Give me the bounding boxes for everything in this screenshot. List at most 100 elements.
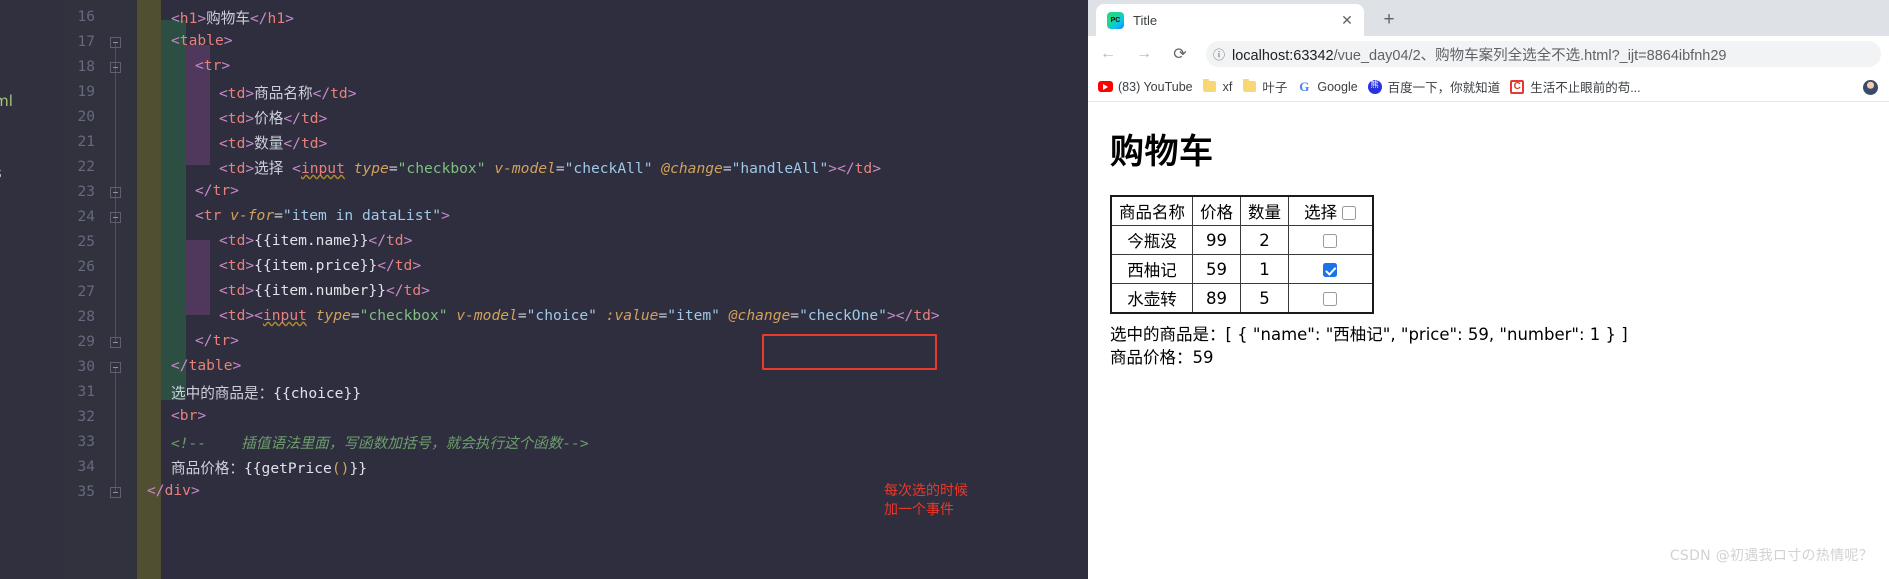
forward-icon[interactable]: → xyxy=(1128,38,1160,70)
code-line[interactable]: <td><input type="checkbox" v-model="choi… xyxy=(219,307,940,324)
url-host: localhost:63342 xyxy=(1232,47,1334,64)
ide-editor-pane: 不选.html s 16 17 18 19 20 21 22 23 24 25 26 27 28 29 30… xyxy=(0,0,1088,579)
line-number: 35 xyxy=(77,484,95,500)
bookmark-item[interactable]: 叶子 xyxy=(1241,77,1287,96)
fold-toggle-icon[interactable] xyxy=(110,187,121,198)
quantity-cell: 5 xyxy=(1240,283,1289,314)
line-number: 18 xyxy=(77,59,95,75)
code-line[interactable]: 商品价格：{{getPrice()}} xyxy=(171,457,367,478)
quantity-cell: 1 xyxy=(1240,254,1289,284)
line-number: 31 xyxy=(77,384,95,400)
code-line[interactable]: <h1>购物车</h1> xyxy=(171,7,294,28)
address-bar[interactable]: ⓘ localhost:63342/vue_day04/2、购物车案列全选全不选… xyxy=(1206,41,1881,67)
youtube-icon xyxy=(1097,79,1113,95)
fold-toggle-icon[interactable] xyxy=(110,212,121,223)
screenshot-root: 不选.html s 161718192021222324252627282930… xyxy=(0,0,1889,579)
line-number: 17 xyxy=(77,34,95,50)
fold-toggle-icon[interactable] xyxy=(110,362,121,373)
select-cell xyxy=(1288,283,1373,314)
editor-gutter[interactable]: 16 17 18 19 20 21 22 23 24 25 26 27 28 29 30 31 32 33 34 35 xyxy=(62,0,137,579)
avatar-icon xyxy=(1862,79,1878,95)
code-line[interactable]: <td>{{item.price}}</td> xyxy=(219,257,421,274)
select-all-checkbox[interactable] xyxy=(1342,206,1357,220)
url-text: localhost:63342/vue_day04/2、购物车案列全选全不选.h… xyxy=(1232,44,1726,65)
bookmark-item[interactable]: 百度一下，你就知道 xyxy=(1367,77,1500,96)
code-line[interactable]: <tr> xyxy=(195,57,230,74)
price-value: 59 xyxy=(1192,348,1214,367)
back-icon[interactable]: ← xyxy=(1092,38,1124,70)
line-number: 32 xyxy=(77,409,95,425)
code-line[interactable]: <td>价格</td> xyxy=(219,107,327,128)
tree-file-fragment-1[interactable]: 不选.html xyxy=(0,90,13,111)
column-header-label: 选择 xyxy=(1304,203,1338,222)
csdn-icon: C xyxy=(1509,79,1525,95)
chrome-browser-window: Title ✕ + ← → ⟳ ⓘ localhost:63342/vue_da… xyxy=(1088,0,1889,579)
baidu-icon xyxy=(1367,79,1383,95)
column-header: 选择 xyxy=(1288,195,1373,226)
line-number: 23 xyxy=(77,184,95,200)
page-title: 购物车 xyxy=(1110,132,1214,172)
site-info-icon[interactable]: ⓘ xyxy=(1206,46,1232,63)
price-cell: 89 xyxy=(1192,283,1241,314)
bookmark-label: Google xyxy=(1317,79,1358,94)
code-line[interactable]: <td>选择 <input type="checkbox" v-model="c… xyxy=(219,157,881,178)
bookmark-label: 叶子 xyxy=(1262,81,1288,95)
reload-icon[interactable]: ⟳ xyxy=(1164,38,1196,70)
bookmark-item[interactable]: G Google xyxy=(1296,79,1357,95)
project-tree-sliver[interactable]: 不选.html s xyxy=(0,0,62,579)
select-cell xyxy=(1288,254,1373,284)
line-number: 30 xyxy=(77,359,95,375)
fold-rail xyxy=(115,217,116,342)
product-name-cell: 水壶转 xyxy=(1110,283,1193,314)
selected-value: [ { "name": "西柚记", "price": 59, "number"… xyxy=(1225,325,1628,344)
code-line[interactable]: <td>商品名称</td> xyxy=(219,82,357,103)
line-number: 16 xyxy=(77,9,95,25)
new-tab-button[interactable]: + xyxy=(1376,7,1402,33)
code-line[interactable]: <!-- 插值语法里面，写函数加括号，就会执行这个函数--> xyxy=(171,432,589,453)
code-line[interactable]: </tr> xyxy=(195,332,239,349)
bookmark-label: xf xyxy=(1222,79,1233,94)
folder-icon xyxy=(1202,79,1218,95)
code-line[interactable]: <tr v-for="item in dataList"> xyxy=(195,207,450,224)
total-price-line: 商品价格：59 xyxy=(1110,346,1889,369)
navigation-bar: ← → ⟳ ⓘ localhost:63342/vue_day04/2、购物车案… xyxy=(1088,36,1889,72)
code-line[interactable]: <br> xyxy=(171,407,206,424)
line-number: 29 xyxy=(77,334,95,350)
line-number: 26 xyxy=(77,259,95,275)
close-icon[interactable]: ✕ xyxy=(1336,9,1358,31)
code-line[interactable]: <td>数量</td> xyxy=(219,132,327,153)
bookmarks-overflow[interactable] xyxy=(1862,79,1883,95)
price-label: 商品价格： xyxy=(1110,348,1193,367)
row-select-checkbox[interactable] xyxy=(1323,233,1338,248)
code-line[interactable]: </tr> xyxy=(195,182,239,199)
column-header: 商品名称 xyxy=(1110,195,1193,226)
fold-toggle-icon[interactable] xyxy=(110,62,121,73)
code-line[interactable]: 选中的商品是：{{choice}} xyxy=(171,382,361,403)
selected-label: 选中的商品是： xyxy=(1110,325,1226,344)
bookmark-item[interactable]: xf xyxy=(1202,79,1233,95)
fold-toggle-icon[interactable] xyxy=(110,487,121,498)
line-number: 25 xyxy=(77,234,95,250)
line-number: 21 xyxy=(77,134,95,150)
tree-file-fragment-2[interactable]: s xyxy=(0,164,2,182)
fold-rail xyxy=(115,367,116,492)
line-number: 28 xyxy=(77,309,95,325)
google-icon: G xyxy=(1299,78,1310,94)
bookmark-label: (83) YouTube xyxy=(1118,79,1193,94)
bookmarks-bar: (83) YouTube xf 叶子 G Google 百度一下，你就知道 C 生活不止眼前的… xyxy=(1088,72,1889,102)
code-line[interactable]: <td>{{item.number}}</td> xyxy=(219,282,430,299)
code-line[interactable]: </table> xyxy=(171,357,241,374)
code-line[interactable]: </div> xyxy=(147,482,200,499)
bookmark-item[interactable]: C 生活不止眼前的苟... xyxy=(1509,77,1641,96)
fold-toggle-icon[interactable] xyxy=(110,337,121,348)
code-line[interactable]: <table> xyxy=(171,32,233,49)
code-line[interactable]: <td>{{item.name}}</td> xyxy=(219,232,412,249)
row-select-checkbox[interactable] xyxy=(1323,262,1338,277)
bookmark-item[interactable]: (83) YouTube xyxy=(1097,79,1193,95)
fold-toggle-icon[interactable] xyxy=(110,37,121,48)
browser-tab[interactable]: Title ✕ xyxy=(1096,4,1364,36)
folder-icon xyxy=(1241,79,1257,95)
line-number: 22 xyxy=(77,159,95,175)
row-select-checkbox[interactable] xyxy=(1323,291,1338,306)
product-name-cell: 西柚记 xyxy=(1110,254,1193,284)
